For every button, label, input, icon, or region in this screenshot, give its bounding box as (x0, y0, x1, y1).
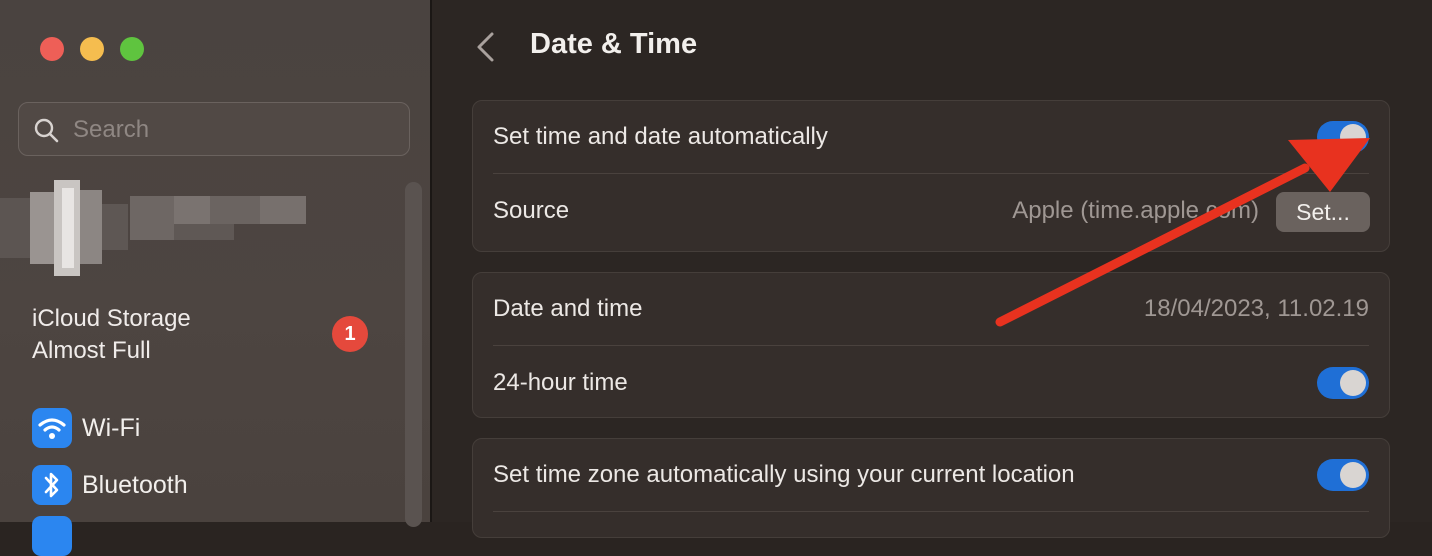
row-auto-time: Set time and date automatically (493, 119, 1369, 155)
sidebar-scrollbar[interactable] (405, 182, 422, 527)
sidebar-item-label: Bluetooth (82, 470, 188, 499)
notice-line-1: iCloud Storage (32, 305, 191, 332)
close-window-button[interactable] (40, 37, 64, 61)
date-time-label: Date and time (493, 295, 643, 322)
sidebar-item-wifi[interactable]: Wi-Fi (32, 408, 140, 448)
sidebar-item-partial[interactable] (32, 516, 72, 556)
24-hour-toggle[interactable] (1317, 367, 1369, 399)
sidebar-item-label: Wi-Fi (82, 413, 141, 442)
auto-time-toggle[interactable] (1317, 121, 1369, 153)
icloud-storage-notice[interactable]: iCloud Storage Almost Full (32, 303, 191, 367)
account-avatar-redacted[interactable] (0, 180, 320, 276)
24-hour-label: 24-hour time (493, 369, 628, 396)
date-time-value: 18/04/2023, 11.02.19 (1143, 295, 1369, 322)
page-title: Date & Time (530, 28, 698, 60)
back-chevron-icon[interactable] (472, 30, 500, 64)
divider (493, 345, 1369, 346)
sidebar-item-bluetooth[interactable]: Bluetooth (32, 465, 188, 505)
notification-badge: 1 (332, 316, 368, 352)
divider (493, 173, 1369, 174)
minimize-window-button[interactable] (80, 37, 104, 61)
network-icon (32, 516, 72, 556)
sidebar: iCloud Storage Almost Full 1 Wi-Fi Bluet… (0, 0, 432, 556)
set-source-button[interactable]: Set... (1276, 192, 1370, 232)
toggle-knob (1340, 124, 1366, 150)
search-field[interactable] (18, 102, 410, 156)
toggle-knob (1340, 370, 1366, 396)
search-icon (34, 118, 59, 143)
settings-group-date-time: Date and time 18/04/2023, 11.02.19 24-ho… (472, 272, 1390, 418)
divider (493, 511, 1369, 512)
zoom-window-button[interactable] (120, 37, 144, 61)
row-24-hour: 24-hour time (493, 365, 1369, 401)
auto-timezone-toggle[interactable] (1317, 459, 1369, 491)
row-date-time: Date and time 18/04/2023, 11.02.19 (493, 291, 1369, 327)
wifi-icon (32, 408, 72, 448)
settings-group-time-zone: Set time zone automatically using your c… (472, 438, 1390, 538)
search-input[interactable] (71, 111, 395, 149)
notice-line-2: Almost Full (32, 337, 151, 364)
auto-timezone-label: Set time zone automatically using your c… (493, 461, 1075, 488)
toggle-knob (1340, 462, 1366, 488)
source-value: Apple (time.apple.com) (1012, 197, 1259, 224)
auto-time-label: Set time and date automatically (493, 123, 828, 150)
settings-group-time-source: Set time and date automatically Source A… (472, 100, 1390, 252)
row-auto-timezone: Set time zone automatically using your c… (493, 457, 1369, 493)
source-label: Source (493, 197, 570, 224)
bluetooth-icon (32, 465, 72, 505)
row-source: Source Apple (time.apple.com) (493, 193, 1259, 229)
